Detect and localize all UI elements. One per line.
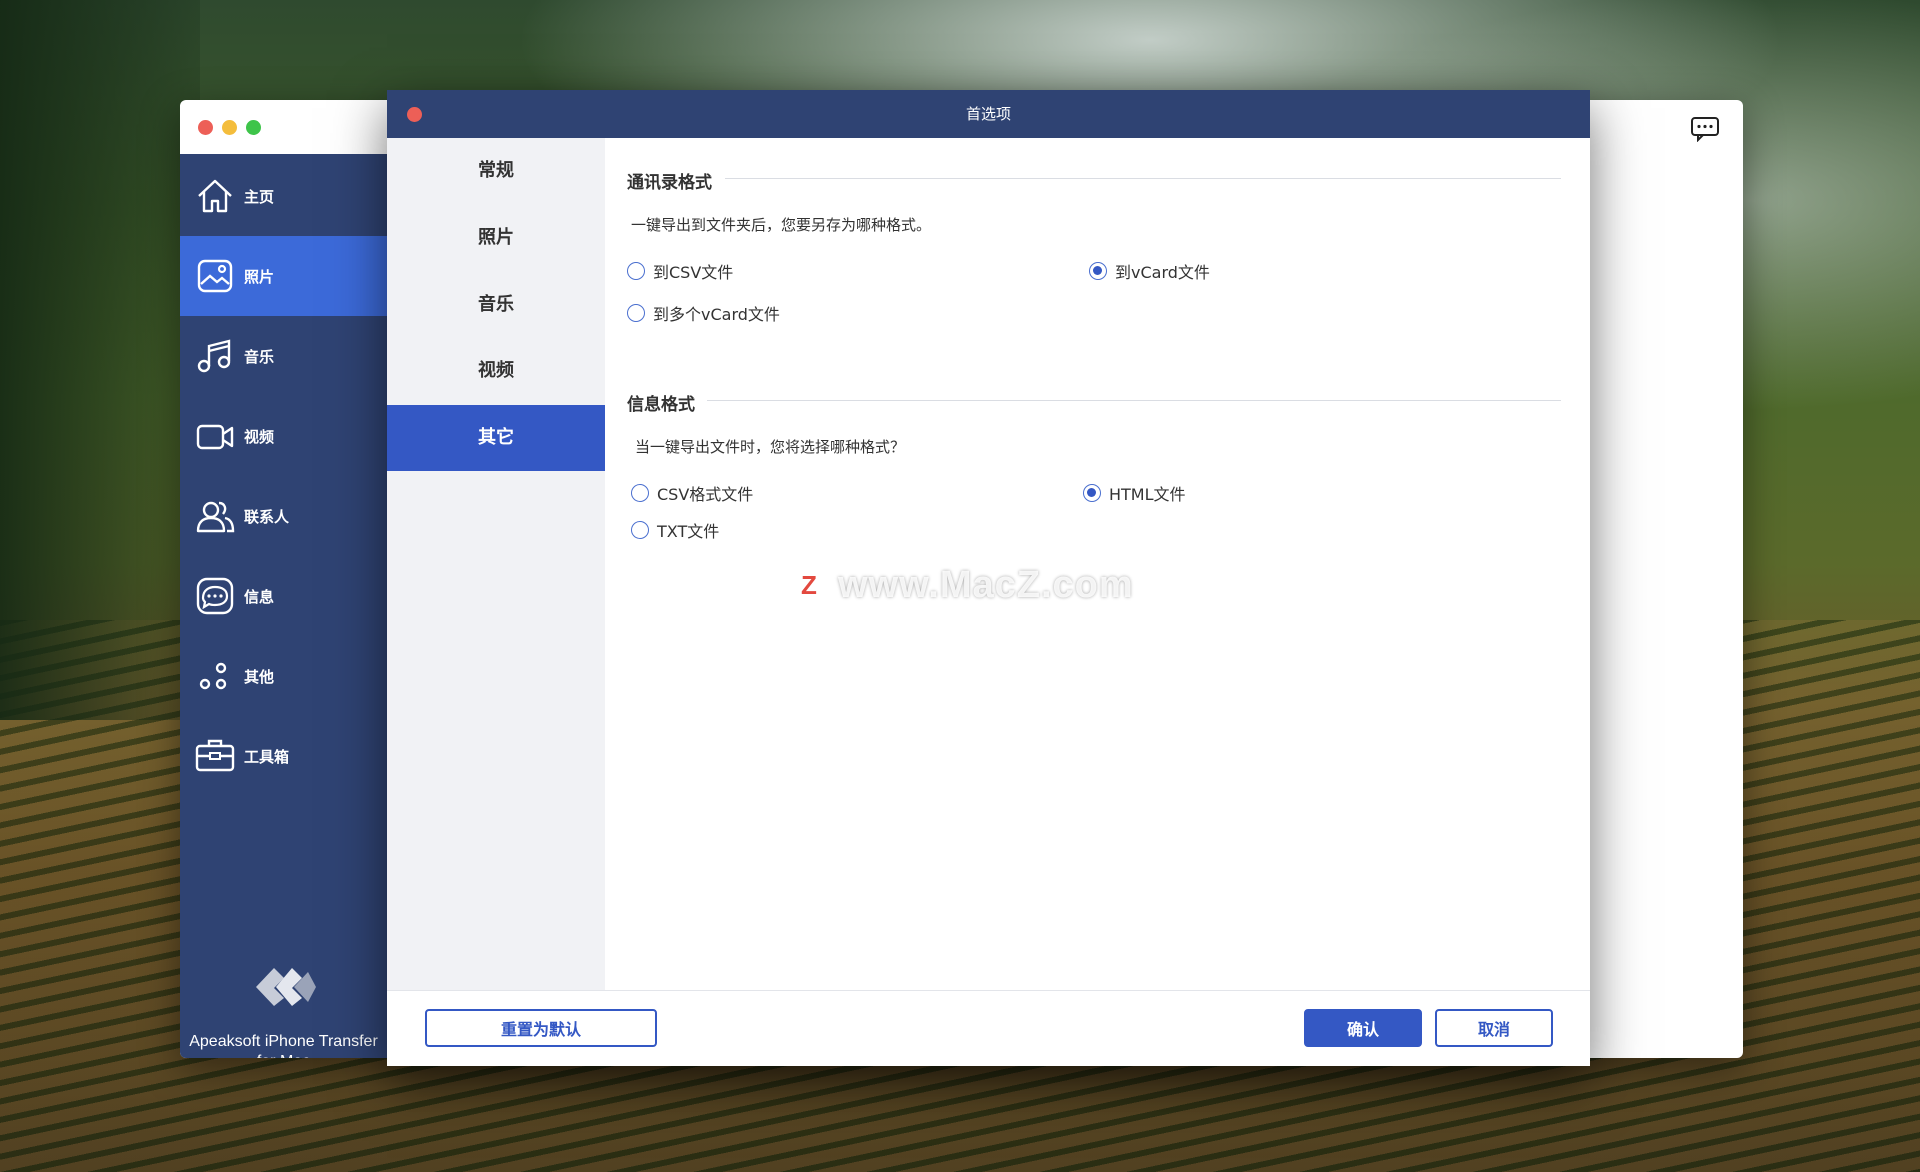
feedback-icon[interactable] bbox=[1690, 116, 1720, 142]
radio-csv-format[interactable]: CSV格式文件 bbox=[631, 481, 753, 505]
confirm-button[interactable]: 确认 bbox=[1304, 1009, 1422, 1047]
radio-indicator[interactable] bbox=[631, 484, 649, 502]
toolbox-icon bbox=[194, 735, 236, 777]
messages-format-description: 当一键导出文件时，您将选择哪种格式？ bbox=[635, 438, 906, 456]
nav-label: 主页 bbox=[244, 187, 275, 206]
radio-label: CSV格式文件 bbox=[657, 485, 754, 504]
radio-indicator[interactable] bbox=[1083, 484, 1101, 502]
radio-vcard[interactable]: 到vCard文件 bbox=[1089, 259, 1210, 283]
radio-indicator[interactable] bbox=[627, 262, 645, 280]
other-icon bbox=[194, 655, 236, 697]
tab-general[interactable]: 常规 bbox=[387, 138, 605, 204]
nav-item-music[interactable]: 音乐 bbox=[180, 316, 387, 396]
music-icon bbox=[194, 335, 236, 377]
nav-item-video[interactable]: 视频 bbox=[180, 396, 387, 476]
preferences-nav: 常规 照片 音乐 视频 其它 bbox=[387, 138, 605, 990]
watermark-logo-icon: Z bbox=[792, 568, 826, 603]
radio-label: 到多个vCard文件 bbox=[653, 305, 780, 324]
dialog-titlebar: 首选项 bbox=[387, 90, 1590, 138]
window-zoom-button[interactable] bbox=[246, 120, 261, 135]
video-icon bbox=[194, 415, 236, 457]
radio-label: TXT文件 bbox=[657, 522, 720, 541]
home-icon bbox=[194, 175, 236, 217]
contacts-format-title: 通讯录格式 bbox=[627, 173, 712, 193]
radio-csv[interactable]: 到CSV文件 bbox=[627, 259, 733, 283]
radio-html[interactable]: HTML文件 bbox=[1083, 481, 1186, 505]
contacts-format-description: 一键导出到文件夹后，您要另存为哪种格式。 bbox=[631, 216, 932, 234]
nav-label: 工具箱 bbox=[244, 747, 290, 766]
window-minimize-button[interactable] bbox=[222, 120, 237, 135]
section-divider bbox=[725, 178, 1561, 179]
nav-item-home[interactable]: 主页 bbox=[180, 156, 387, 236]
section-divider bbox=[707, 400, 1561, 401]
dialog-footer: 重置为默认 确认 取消 bbox=[387, 990, 1590, 1066]
radio-indicator[interactable] bbox=[631, 521, 649, 539]
reset-default-button[interactable]: 重置为默认 bbox=[425, 1009, 657, 1047]
nav-item-contacts[interactable]: 联系人 bbox=[180, 476, 387, 556]
nav-label: 照片 bbox=[244, 267, 275, 286]
radio-indicator[interactable] bbox=[627, 304, 645, 322]
window-close-button[interactable] bbox=[198, 120, 213, 135]
radio-label: HTML文件 bbox=[1109, 485, 1186, 504]
tab-photos[interactable]: 照片 bbox=[387, 205, 605, 271]
photo-icon bbox=[194, 255, 236, 297]
tab-other[interactable]: 其它 bbox=[387, 405, 605, 471]
nav-item-messages[interactable]: 信息 bbox=[180, 556, 387, 636]
nav-label: 其他 bbox=[244, 667, 275, 686]
radio-txt[interactable]: TXT文件 bbox=[631, 518, 719, 542]
radio-label: 到vCard文件 bbox=[1115, 263, 1210, 282]
contacts-icon bbox=[194, 495, 236, 537]
cancel-button[interactable]: 取消 bbox=[1435, 1009, 1553, 1047]
nav-label: 音乐 bbox=[244, 347, 275, 366]
watermark-text: www.MacZ.com bbox=[838, 564, 1134, 606]
nav-label: 视频 bbox=[244, 427, 275, 446]
app-sidebar: 主页 照片 音乐 视频 联系人 信息 其他 工具箱 Apeaksoft iPho… bbox=[180, 154, 387, 1058]
apeaksoft-logo-icon bbox=[256, 968, 316, 1006]
tab-music[interactable]: 音乐 bbox=[387, 272, 605, 338]
dialog-title: 首选项 bbox=[965, 105, 1011, 123]
nav-item-other[interactable]: 其他 bbox=[180, 636, 387, 716]
nav-item-toolbox[interactable]: 工具箱 bbox=[180, 716, 387, 796]
messages-format-title: 信息格式 bbox=[627, 395, 695, 415]
nav-label: 信息 bbox=[244, 587, 275, 606]
radio-multiple-vcard[interactable]: 到多个vCard文件 bbox=[627, 301, 780, 325]
radio-label: 到CSV文件 bbox=[653, 263, 734, 282]
desktop-background-trees bbox=[0, 0, 200, 720]
tab-video[interactable]: 视频 bbox=[387, 338, 605, 404]
brand-name: Apeaksoft iPhone Transfer for Mac bbox=[189, 1033, 378, 1058]
nav-item-photos[interactable]: 照片 bbox=[180, 236, 387, 316]
messages-icon bbox=[194, 575, 236, 617]
watermark: Z www.MacZ.com bbox=[792, 564, 1134, 607]
radio-indicator[interactable] bbox=[1089, 262, 1107, 280]
nav-label: 联系人 bbox=[244, 507, 290, 526]
